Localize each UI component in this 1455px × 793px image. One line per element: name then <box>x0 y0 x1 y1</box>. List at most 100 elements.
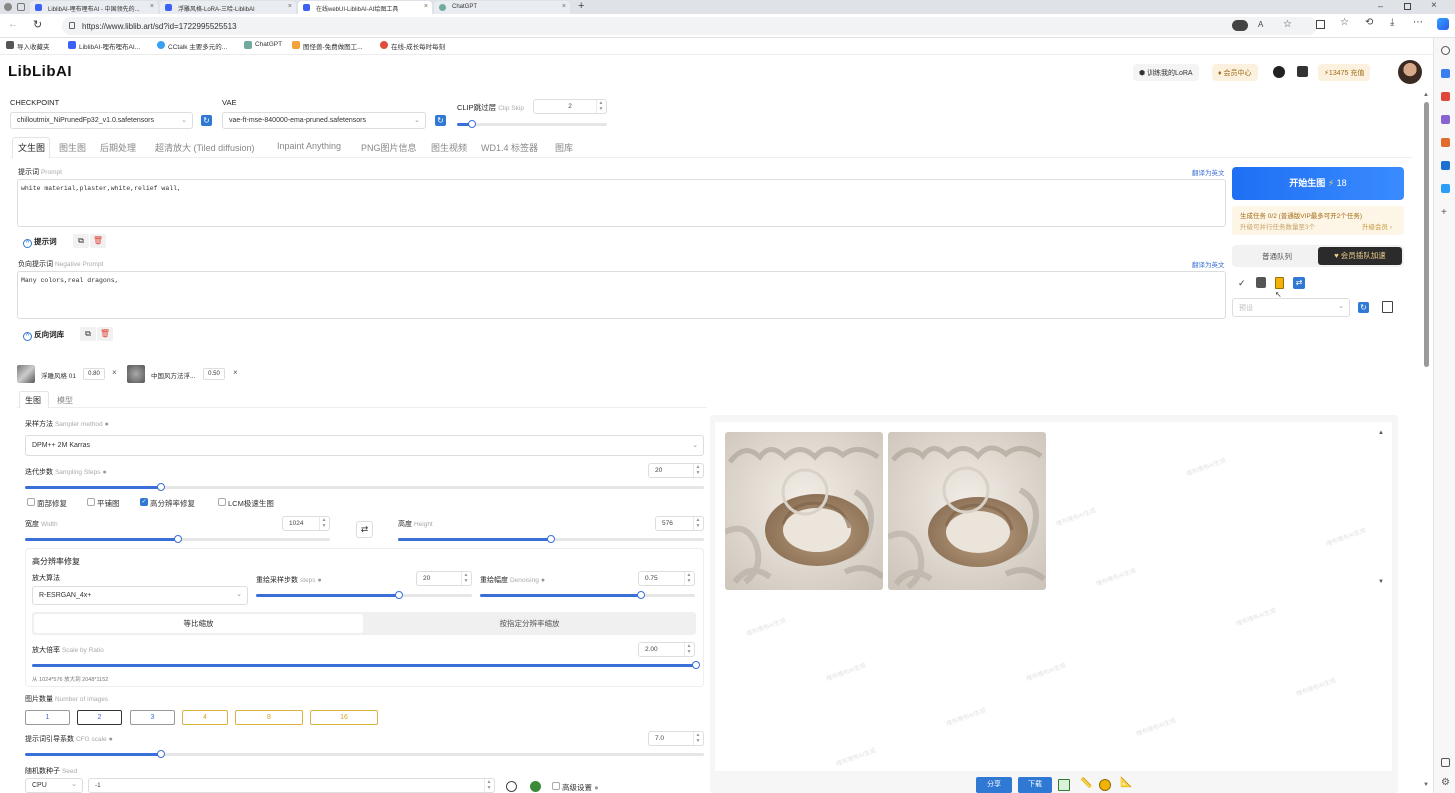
tab-img2video[interactable]: 图生视频 <box>431 141 467 154</box>
bookmark-item[interactable]: 导入收藏夹 <box>6 41 50 51</box>
clip-skip-input[interactable]: 2 ▲ ▼ <box>533 99 607 114</box>
subtab-generate[interactable]: 生图 <box>25 395 41 406</box>
translate-prompt-link[interactable]: 翻译为英文 <box>1192 167 1225 177</box>
refresh-checkpoint-button[interactable]: ↻ <box>201 115 212 126</box>
brush-icon[interactable]: ✓ <box>1238 278 1246 289</box>
cfg-input[interactable]: 7.0 ▲ ▼ <box>648 731 704 746</box>
queue-normal-button[interactable]: 普通队列 <box>1262 251 1292 262</box>
negative-prompt-textarea[interactable]: Many colors,real dragons, <box>17 271 1226 319</box>
scroll-up-icon[interactable]: ▲ <box>1423 92 1429 98</box>
close-tab-icon[interactable]: × <box>150 3 154 10</box>
maximize-icon[interactable] <box>1404 3 1411 10</box>
bookmark-item[interactable]: ChatGPT <box>244 41 282 49</box>
new-tab-icon[interactable]: + <box>578 0 584 12</box>
tracking-prevention-icon[interactable] <box>1232 20 1248 31</box>
stepper-icon[interactable]: ▲ ▼ <box>484 779 493 792</box>
toolbox-icon[interactable] <box>1441 92 1450 101</box>
remove-lora-icon[interactable]: × <box>233 368 238 377</box>
history-icon[interactable]: ⟲ <box>1365 17 1373 28</box>
upgrade-link[interactable]: 升级会员 › <box>1362 222 1392 233</box>
page-scrollbar[interactable]: ▲ ▼ <box>1423 92 1430 792</box>
batch-count-8[interactable]: 8 <box>235 710 303 725</box>
lcm-checkbox[interactable]: LCM极速生图 <box>218 498 274 509</box>
stepper-icon[interactable]: ▲ ▼ <box>684 643 693 656</box>
help-icon[interactable]: ● <box>594 783 599 792</box>
denoise-slider[interactable] <box>480 591 695 599</box>
tab-txt2img[interactable]: 文生图 <box>18 141 45 154</box>
reload-icon[interactable]: ↻ <box>33 18 42 31</box>
random-dice-icon[interactable] <box>506 781 517 792</box>
face-restore-checkbox[interactable]: 面部修复 <box>27 498 67 509</box>
height-input[interactable]: 576 ▲ ▼ <box>655 516 704 531</box>
sampler-select[interactable]: DPM++ 2M Karras ⌄ <box>25 435 704 456</box>
url-input[interactable]: https://www.liblib.art/sd?id=17229955255… <box>62 17 1317 35</box>
bookmark-item[interactable]: LiblibAI-哩布哩布AI... <box>68 41 140 51</box>
negative-library-button[interactable]: ^ 反向词库 <box>23 329 64 341</box>
tab-tiled-diffusion[interactable]: 超清放大 (Tiled diffusion) <box>155 141 255 154</box>
help-icon[interactable]: ● <box>109 736 113 743</box>
delete-prompt-button[interactable]: 🗑 <box>90 234 106 248</box>
lora-chip[interactable]: 浮雕风格 01 0.80 <box>17 365 107 383</box>
lora-weight-input[interactable]: 0.50 <box>203 368 225 380</box>
browser-tab-liblib-home[interactable]: LiblibAI-哩布哩布AI - 中国领先的... × <box>30 1 158 14</box>
width-slider[interactable] <box>25 535 330 543</box>
download-button[interactable]: 下载 <box>1018 777 1052 793</box>
tab-png-info[interactable]: PNG图片信息 <box>361 141 417 154</box>
message-icon[interactable] <box>1297 66 1308 77</box>
recycle-icon[interactable] <box>530 781 541 792</box>
remove-lora-icon[interactable]: × <box>112 368 117 377</box>
copy-negative-button[interactable]: ⧉ <box>80 327 96 341</box>
browser-tab-webui[interactable]: 在线webUI-LiblibAI-AI绘图工具 × <box>298 1 432 14</box>
stepper-icon[interactable]: ▲ ▼ <box>693 464 702 477</box>
scale-by-resolution-button[interactable]: 按指定分辨率缩放 <box>365 614 694 633</box>
help-icon[interactable]: ● <box>317 577 321 584</box>
back-icon[interactable]: ← <box>8 19 18 30</box>
palette-icon[interactable] <box>1099 779 1111 791</box>
prompt-library-button[interactable]: ^ 提示词 <box>23 236 57 248</box>
advanced-settings-checkbox[interactable]: 高级设置 ● <box>552 782 599 793</box>
steps-slider[interactable] <box>25 483 704 491</box>
office-icon[interactable] <box>1441 138 1450 147</box>
refresh-vae-button[interactable]: ↻ <box>435 115 446 126</box>
scale-ratio-input[interactable]: 2.00 ▲ ▼ <box>638 642 695 657</box>
favorite-star-icon[interactable]: ☆ <box>1283 19 1292 30</box>
add-sidebar-icon[interactable]: + <box>1441 208 1450 218</box>
subtab-model[interactable]: 模型 <box>57 395 73 406</box>
avatar[interactable] <box>1398 60 1422 84</box>
points-recharge-button[interactable]: ⚡13475 充值 <box>1318 64 1371 81</box>
generate-button[interactable]: 开始生图 ⚡ 18 <box>1232 167 1404 200</box>
checkpoint-select[interactable]: chilloutmix_NiPrunedFp32_v1.0.safetensor… <box>10 112 193 129</box>
read-aloud-icon[interactable]: A <box>1258 20 1263 29</box>
width-input[interactable]: 1024 ▲ ▼ <box>282 516 330 531</box>
translate-negative-link[interactable]: 翻译为英文 <box>1192 259 1225 269</box>
help-icon[interactable]: ● <box>102 469 106 476</box>
tab-wd14-tagger[interactable]: WD1.4 标签器 <box>481 141 538 154</box>
tab-actions-icon[interactable] <box>17 3 25 11</box>
outlook-icon[interactable] <box>1441 161 1450 170</box>
member-center-button[interactable]: ♦ 会员中心 <box>1212 64 1258 81</box>
stepper-icon[interactable]: ▲ ▼ <box>319 517 328 530</box>
batch-count-3[interactable]: 3 <box>130 710 175 725</box>
seed-input[interactable]: -1 ▲ ▼ <box>88 778 495 793</box>
bookmark-item[interactable]: 图怪兽-免费做图工... <box>292 41 363 51</box>
bookmark-item[interactable]: CCtalk 主要多元的... <box>157 41 227 51</box>
favorites-icon[interactable]: ☆ <box>1340 17 1349 28</box>
close-tab-icon[interactable]: × <box>288 3 292 10</box>
lora-weight-input[interactable]: 0.80 <box>83 368 105 380</box>
height-slider[interactable] <box>398 535 704 543</box>
bookmark-item[interactable]: 在线-成长每时每刻 <box>380 41 445 51</box>
clip-skip-slider[interactable] <box>457 120 607 128</box>
vae-select[interactable]: vae-ft-mse-840000-ema-pruned.safetensors… <box>222 112 426 129</box>
cfg-slider[interactable] <box>25 750 704 758</box>
scroll-thumb[interactable] <box>1424 102 1429 367</box>
edit-preset-icon[interactable] <box>1382 301 1393 313</box>
hires-steps-slider[interactable] <box>256 591 472 599</box>
gallery-icon[interactable] <box>1058 779 1070 791</box>
upscaler-select[interactable]: R-ESRGAN_4x+ ⌄ <box>32 586 248 605</box>
stepper-icon[interactable]: ▲ ▼ <box>693 732 702 745</box>
batch-count-16[interactable]: 16 <box>310 710 378 725</box>
trash-icon[interactable] <box>1256 277 1266 288</box>
close-tab-icon[interactable]: × <box>424 3 428 10</box>
stepper-icon[interactable]: ▲ ▼ <box>693 517 702 530</box>
liblib-logo[interactable]: LibLibAI <box>8 63 72 80</box>
